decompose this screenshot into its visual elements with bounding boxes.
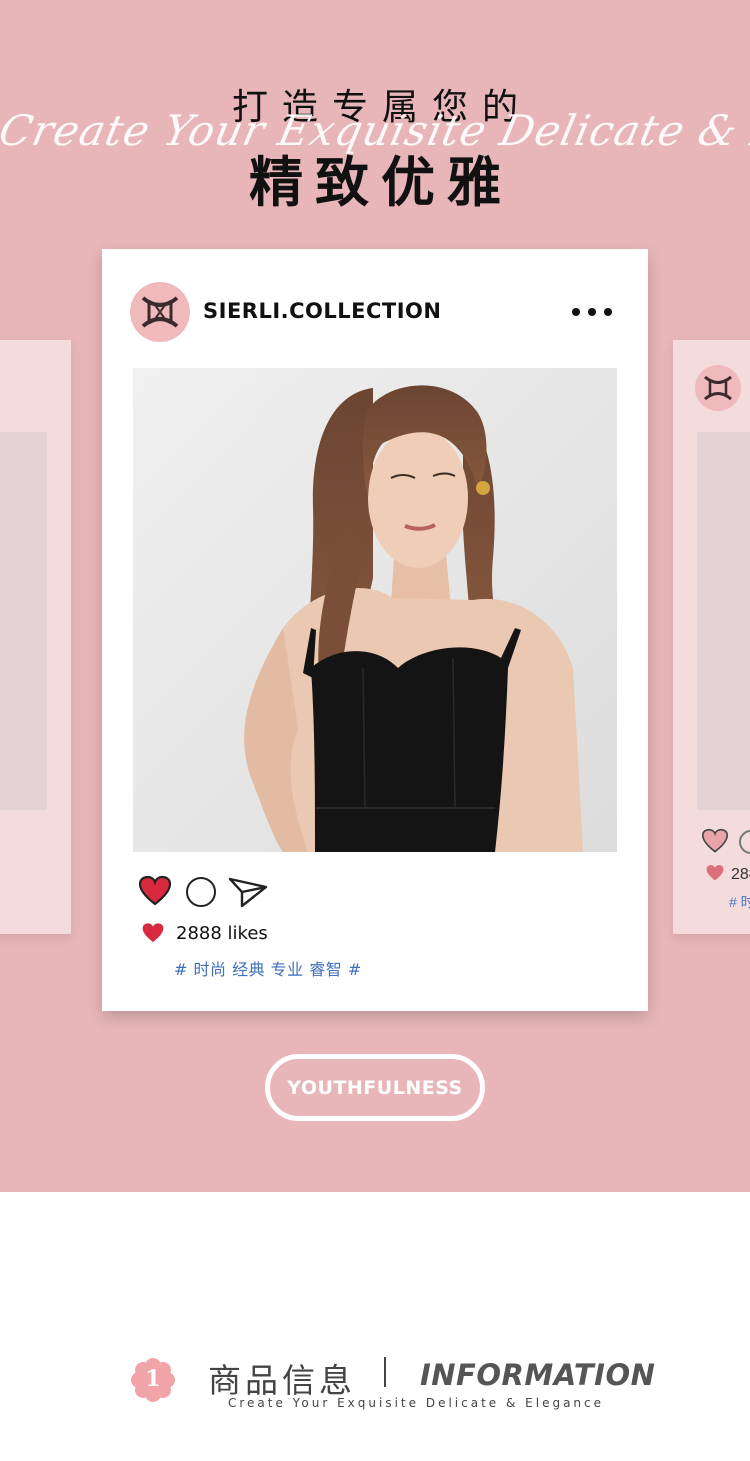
avatar[interactable] bbox=[130, 282, 190, 342]
ghost-image-placeholder bbox=[0, 432, 47, 810]
post-card: SIERLI.COLLECTION 2888 likes # 时尚 经典 专业 … bbox=[102, 249, 648, 1011]
ghost-card-right[interactable]: 288 # 时 bbox=[673, 340, 750, 934]
like-button[interactable] bbox=[138, 875, 172, 907]
ghost-card-left[interactable] bbox=[0, 340, 71, 934]
ghost-likes-count: 288 bbox=[731, 866, 750, 883]
heart-icon bbox=[701, 828, 729, 853]
youthfulness-button[interactable]: YOUTHFULNESS bbox=[265, 1054, 485, 1121]
brand-monogram-icon bbox=[141, 296, 179, 328]
username[interactable]: SIERLI.COLLECTION bbox=[203, 299, 441, 323]
ghost-hashtags: # 时 bbox=[729, 894, 750, 910]
model-photo bbox=[133, 368, 617, 852]
more-dots-icon bbox=[572, 308, 580, 316]
ghost-avatar bbox=[695, 365, 741, 411]
hashtags[interactable]: # 时尚 经典 专业 睿智 # bbox=[174, 956, 362, 980]
title-divider bbox=[384, 1357, 386, 1387]
section-subtitle: Create Your Exquisite Delicate & Eleganc… bbox=[227, 1396, 605, 1410]
comment-button[interactable] bbox=[186, 877, 216, 907]
section-number: 1 bbox=[145, 1366, 161, 1392]
hero-section: 打造专属您的 Create Your Exquisite Delicate & … bbox=[0, 0, 750, 1192]
comment-icon bbox=[739, 830, 750, 854]
section-title-en: INFORMATION bbox=[420, 1358, 656, 1392]
brand-monogram-icon bbox=[704, 375, 732, 401]
ghost-image-placeholder bbox=[697, 432, 750, 810]
section-title-zh: 商品信息 bbox=[208, 1361, 356, 1400]
likes-count[interactable]: 2888 likes bbox=[176, 923, 268, 944]
more-options-button[interactable] bbox=[572, 299, 612, 325]
post-image[interactable] bbox=[133, 368, 617, 852]
heart-icon bbox=[142, 923, 164, 942]
headline-line2: 精致优雅 bbox=[249, 151, 513, 214]
send-icon[interactable] bbox=[228, 875, 268, 909]
heart-icon bbox=[706, 865, 724, 881]
